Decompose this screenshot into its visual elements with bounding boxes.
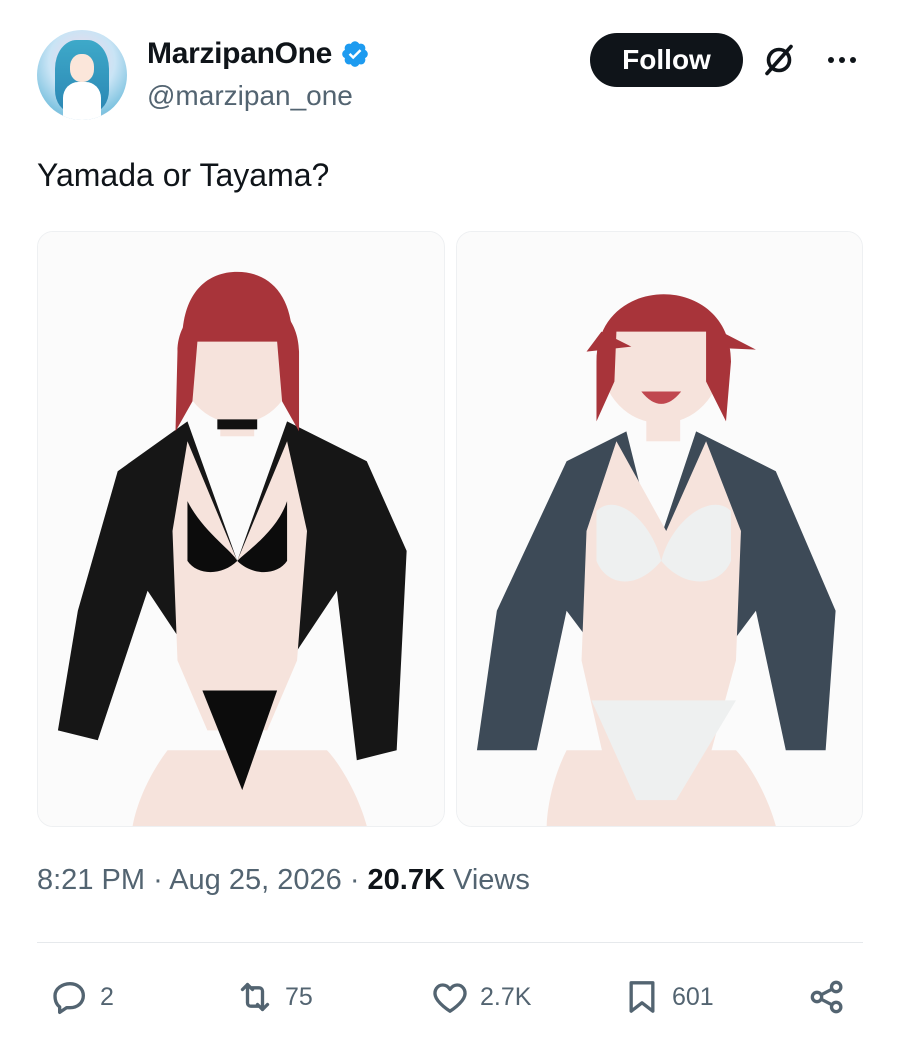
reply-button[interactable]: 2 — [50, 972, 114, 1022]
reply-icon — [53, 982, 86, 1014]
repost-icon — [240, 982, 270, 1012]
author-info: MarzipanOne @marzipan_one — [147, 34, 370, 112]
repost-button[interactable]: 75 — [235, 972, 313, 1022]
views-label: Views — [453, 864, 530, 896]
media-image-1[interactable] — [37, 231, 445, 827]
repost-count: 75 — [285, 982, 313, 1011]
verified-badge-icon — [342, 41, 368, 67]
share-button[interactable] — [807, 972, 847, 1022]
action-bar: 2 75 2.7K 601 — [37, 972, 863, 1022]
reply-count: 2 — [100, 982, 114, 1011]
tweet-meta: 8:21 PM · Aug 25, 2026 · 20.7K Views — [37, 864, 530, 897]
like-icon — [433, 983, 467, 1013]
more-dots-icon[interactable] — [824, 42, 860, 78]
tweet-text: Yamada or Tayama? — [37, 157, 330, 193]
tweet-date[interactable]: Aug 25, 2026 — [169, 864, 342, 896]
handle[interactable]: @marzipan_one — [147, 80, 370, 112]
share-icon — [810, 980, 843, 1014]
display-name[interactable]: MarzipanOne — [147, 37, 332, 71]
divider — [37, 942, 863, 943]
tweet-time[interactable]: 8:21 PM — [37, 864, 145, 896]
meta-separator: · — [153, 864, 163, 896]
views-count: 20.7K — [367, 864, 445, 896]
bookmark-icon — [629, 981, 655, 1013]
slashed-circle-icon[interactable] — [761, 42, 797, 78]
tweet-header: MarzipanOne @marzipan_one Follow — [37, 30, 863, 122]
media-grid — [37, 231, 863, 827]
media-image-2[interactable] — [455, 231, 863, 827]
like-count: 2.7K — [480, 982, 532, 1011]
bookmark-button[interactable]: 601 — [622, 972, 714, 1022]
like-button[interactable]: 2.7K — [430, 972, 531, 1022]
meta-separator: · — [349, 864, 360, 896]
bookmark-count: 601 — [672, 982, 714, 1011]
follow-button[interactable]: Follow — [590, 33, 743, 87]
avatar[interactable] — [37, 30, 127, 120]
